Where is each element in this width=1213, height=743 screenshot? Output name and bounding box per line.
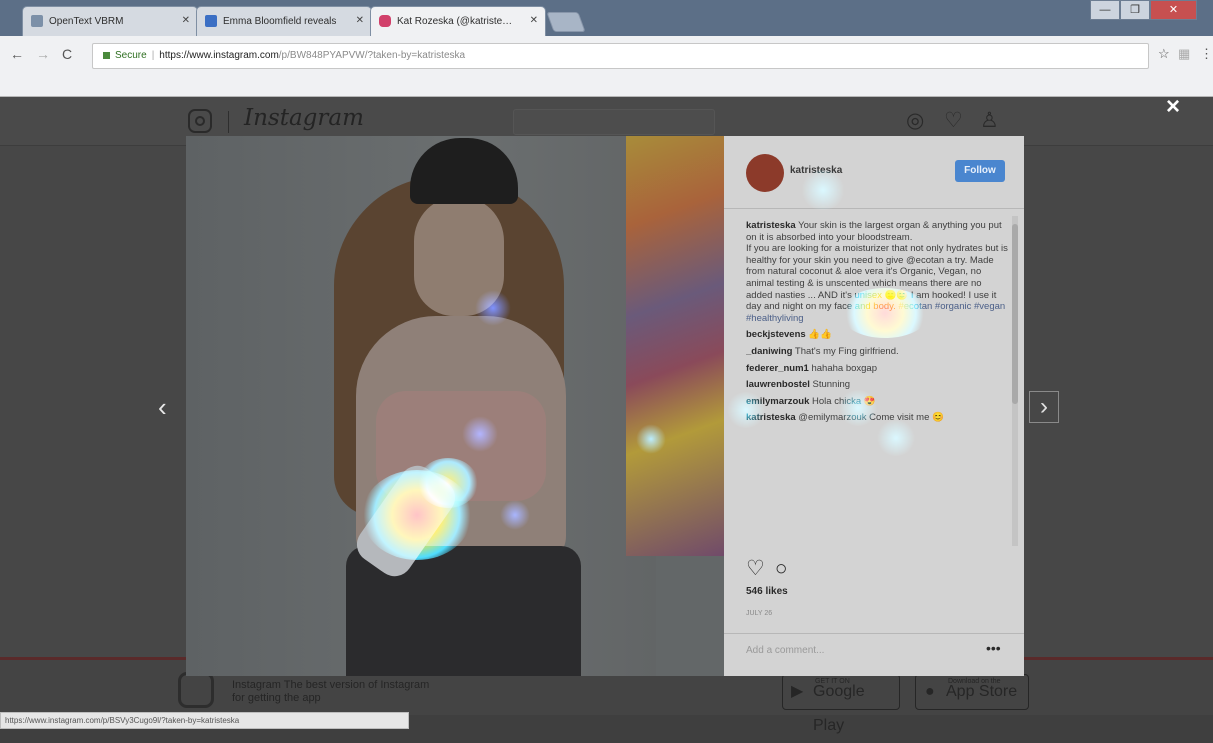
photo-graffiti-art (626, 136, 724, 556)
search-input[interactable] (513, 109, 715, 135)
comment-row: emilymarzouk Hola chicka 😍 (746, 396, 1008, 408)
extension-icon[interactable]: ▦ (1178, 46, 1190, 62)
likes-count[interactable]: 546 likes (746, 586, 788, 597)
url-path: /p/BW848PYAPVW/?taken-by=katristeska (278, 50, 466, 61)
comment-text: 👍👍 (808, 329, 832, 341)
tab-close-icon[interactable]: ✕ (182, 15, 190, 26)
comment-username[interactable]: _daniwing (746, 346, 792, 357)
comment-username[interactable]: federer_num1 (746, 363, 809, 374)
post-photo[interactable] (186, 136, 724, 676)
photo-subject-face (414, 196, 504, 316)
author-username[interactable]: katristeska (790, 165, 842, 176)
secure-label: Secure (115, 50, 147, 61)
close-window-button[interactable]: ✕ (1150, 0, 1197, 20)
instagram-wordmark[interactable]: Instagram (244, 105, 364, 131)
comment-row: katristeska @emilymarzouk Come visit me … (746, 412, 1008, 424)
minimize-button[interactable]: — (1090, 0, 1120, 20)
more-options-button[interactable]: ••• (986, 640, 1001, 656)
comment-row: _daniwing That's my Fing girlfriend. (746, 346, 1008, 358)
previous-post-arrow[interactable]: ‹ (158, 392, 167, 423)
status-bar-url: https://www.instagram.com/p/BSVy3Cugo9l/… (0, 712, 409, 729)
post-actions: ♡ ○ (746, 556, 798, 581)
comment-username[interactable]: katristeska (746, 412, 796, 423)
apple-icon: ● (925, 683, 935, 700)
url-host: https://www.instagram.com (159, 50, 279, 61)
new-tab-button[interactable] (546, 12, 586, 32)
caption: katristeska Your skin is the largest org… (746, 220, 1008, 324)
address-bar[interactable]: Secure | https://www.instagram.com/p/BW848… (92, 43, 1149, 69)
author-avatar[interactable] (746, 154, 784, 192)
browser-tab-strip: OpenText VBRM ✕ Emma Bloomfield reveals … (0, 0, 1213, 36)
tab-label: OpenText VBRM (49, 16, 124, 27)
lock-icon (103, 51, 110, 59)
reload-icon[interactable]: C (62, 46, 72, 62)
tab-close-icon[interactable]: ✕ (530, 15, 538, 26)
forward-arrow-icon[interactable]: → (36, 46, 50, 62)
instagram-favicon-icon (379, 15, 391, 27)
browser-tab-opentext[interactable]: OpenText VBRM ✕ (22, 6, 198, 36)
browser-tab-instagram[interactable]: Kat Rozeska (@katriste… ✕ (370, 6, 546, 36)
comment-row: beckjstevens 👍👍 (746, 329, 1008, 341)
menu-kebab-icon[interactable]: ⋮ (1200, 46, 1213, 62)
instagram-camera-icon[interactable] (188, 109, 212, 133)
favicon-icon (205, 15, 217, 27)
panel-divider (724, 208, 1024, 209)
next-post-arrow[interactable]: › (1029, 391, 1059, 423)
comment-text: Hola chicka 😍 (812, 395, 876, 407)
add-comment-input[interactable]: Add a comment... (746, 645, 824, 656)
comment-text: That's my Fing girlfriend. (794, 345, 899, 357)
comments-list[interactable]: katristeska Your skin is the largest org… (746, 220, 1008, 542)
browser-tab-emma[interactable]: Emma Bloomfield reveals ✕ (196, 6, 372, 36)
back-arrow-icon[interactable]: ← (10, 46, 24, 62)
maximize-button[interactable]: ❐ (1120, 0, 1150, 20)
profile-person-icon[interactable]: ♙ (980, 108, 999, 133)
activity-heart-icon[interactable]: ♡ (944, 108, 963, 133)
panel-divider (724, 633, 1024, 634)
comment-row: federer_num1 hahaha boxgap (746, 363, 1008, 375)
explore-compass-icon[interactable]: ◎ (906, 108, 924, 133)
google-play-button[interactable]: ▶ GET IT ON Google Play (782, 674, 900, 734)
comment-username[interactable]: beckjstevens (746, 329, 806, 340)
browser-toolbar: ← → C Secure | https://www.instagram.com/p… (0, 36, 1213, 97)
like-heart-icon[interactable]: ♡ (746, 557, 765, 580)
tab-label: Kat Rozeska (@katriste… (397, 16, 513, 27)
comments-scrollbar-thumb[interactable] (1012, 224, 1018, 404)
bookmark-star-icon[interactable]: ☆ (1158, 46, 1170, 62)
follow-button[interactable]: Follow (955, 160, 1005, 182)
comment-text: Stunning (812, 379, 851, 391)
comment-username[interactable]: emilymarzouk (746, 396, 809, 407)
play-triangle-icon: ▶ (791, 683, 804, 700)
comment-username[interactable]: lauwrenbostel (746, 379, 810, 390)
close-modal-button[interactable]: × (1166, 93, 1180, 121)
caption-text: Your skin is the largest organ & anythin… (746, 220, 1008, 313)
post-date: JULY 26 (746, 610, 773, 617)
app-store-button[interactable]: ● Download on the App Store (915, 674, 1029, 710)
comment-username[interactable]: katristeska (746, 220, 796, 231)
instagram-app-logo-icon (178, 672, 214, 708)
tab-close-icon[interactable]: ✕ (356, 15, 364, 26)
comment-bubble-icon[interactable]: ○ (775, 557, 788, 580)
header-divider (228, 111, 229, 133)
tab-label: Emma Bloomfield reveals (223, 16, 337, 27)
favicon-icon (31, 15, 43, 27)
promo-text: Instagram The best version of Instagram … (232, 679, 430, 704)
comment-text: @emilymarzouk Come visit me 😊 (798, 412, 944, 424)
post-side-panel: katristeska Follow katristeska Your skin… (724, 136, 1024, 676)
comment-text: hahaha boxgap (811, 362, 877, 374)
comment-row: lauwrenbostel Stunning (746, 379, 1008, 391)
